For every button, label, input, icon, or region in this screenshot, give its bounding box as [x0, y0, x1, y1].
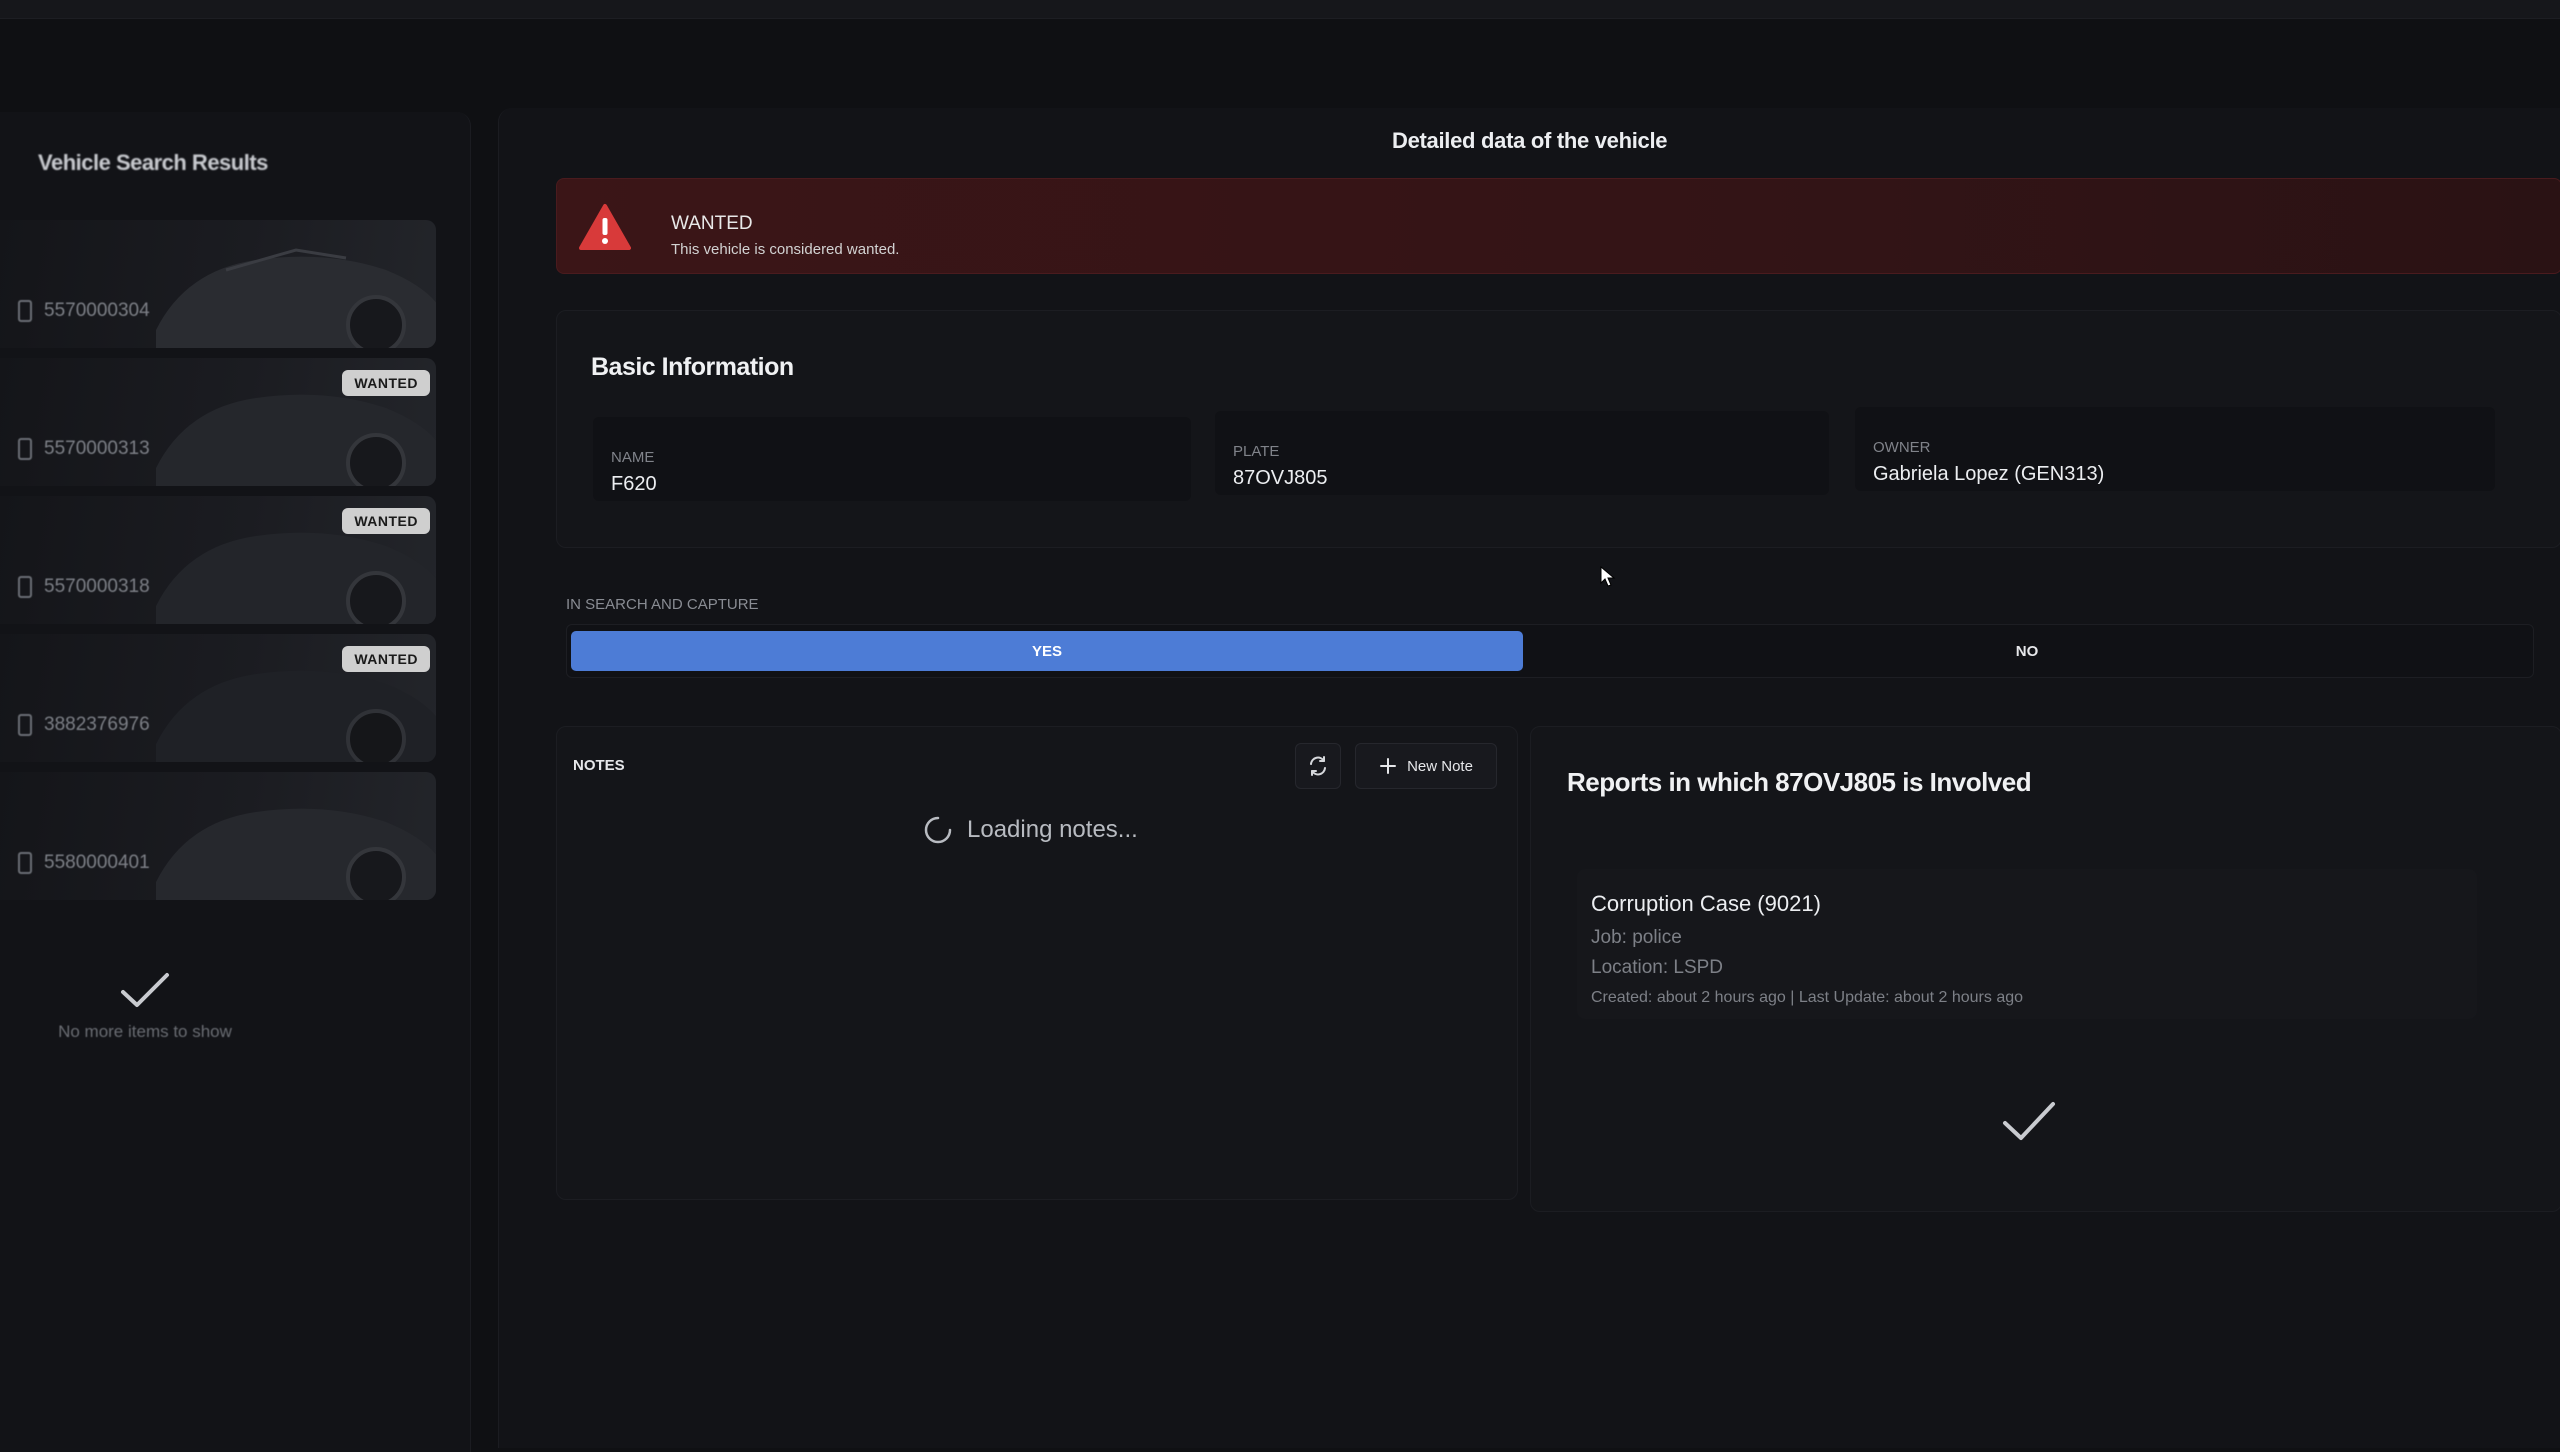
basic-info-card: Basic Information NAME F620 PLATE 87OVJ8… — [556, 310, 2560, 548]
name-label: NAME — [611, 449, 655, 466]
wanted-badge: WANTED — [342, 370, 430, 396]
wanted-badge: WANTED — [342, 508, 430, 534]
alert-description: This vehicle is considered wanted. — [671, 241, 900, 258]
new-note-button[interactable]: New Note — [1355, 743, 1497, 789]
wanted-badge: WANTED — [342, 646, 430, 672]
result-plate: 5570000313 — [18, 438, 150, 460]
reports-title: Reports in which 87OVJ805 is Involved — [1567, 767, 2032, 797]
reports-card: Reports in which 87OVJ805 is Involved Co… — [1530, 726, 2560, 1212]
plate-value: 87OVJ805 — [1233, 467, 1328, 489]
capture-toggle: YES NO — [566, 624, 2534, 678]
result-plate: 5580000401 — [18, 852, 150, 874]
capture-yes-option[interactable]: YES — [571, 631, 1523, 671]
owner-label: OWNER — [1873, 439, 1931, 456]
alert-title: WANTED — [671, 213, 753, 234]
spinner-icon — [924, 816, 952, 844]
owner-value: Gabriela Lopez (GEN313) — [1873, 463, 2105, 485]
result-plate-text: 5570000318 — [44, 576, 150, 597]
name-field: NAME F620 — [593, 417, 1191, 501]
result-plate: 5570000304 — [18, 300, 150, 322]
top-bar — [0, 0, 2560, 19]
page-title: Detailed data of the vehicle — [1392, 128, 1668, 153]
screen: Vehicle Search Results 5570000304 WANTED… — [0, 0, 2560, 1452]
result-plate-text: 5580000401 — [44, 852, 150, 873]
result-plate: 5570000318 — [18, 576, 150, 598]
result-item[interactable]: WANTED 3882376976 — [0, 634, 436, 762]
report-meta: Created: about 2 hours ago | Last Update… — [1591, 989, 2024, 1006]
name-value: F620 — [611, 473, 657, 495]
car-image — [156, 248, 436, 348]
notes-loading: Loading notes... — [923, 815, 1138, 845]
phone-icon — [18, 576, 32, 598]
new-note-label: New Note — [1407, 757, 1473, 775]
result-plate-text: 5570000304 — [44, 300, 150, 321]
phone-icon — [18, 852, 32, 874]
plate-field: PLATE 87OVJ805 — [1215, 411, 1829, 495]
check-icon — [121, 973, 169, 1007]
loading-text: Loading notes... — [967, 816, 1138, 843]
warning-icon — [579, 204, 631, 250]
report-item[interactable]: Corruption Case (9021) Job: police Locat… — [1577, 869, 2477, 1019]
plate-label: PLATE — [1233, 443, 1280, 460]
phone-icon — [18, 714, 32, 736]
refresh-notes-button[interactable] — [1295, 743, 1341, 789]
basic-info-heading: Basic Information — [591, 353, 794, 381]
car-image — [156, 808, 436, 900]
results-list: 5570000304 WANTED 5570000313 WANTED 5570… — [0, 220, 436, 910]
end-of-list-text: No more items to show — [58, 1022, 232, 1041]
report-job: Job: police — [1591, 927, 1682, 948]
wanted-alert: WANTED This vehicle is considered wanted… — [556, 178, 2560, 274]
check-icon — [2003, 1102, 2055, 1140]
result-plate: 3882376976 — [18, 714, 150, 736]
end-of-list: No more items to show — [0, 970, 290, 1042]
mouse-cursor-icon — [1600, 566, 1616, 587]
capture-no-option[interactable]: NO — [1529, 631, 2525, 671]
report-location: Location: LSPD — [1591, 957, 1724, 978]
plus-icon — [1380, 758, 1397, 774]
result-item[interactable]: WANTED 5570000318 — [0, 496, 436, 624]
refresh-icon — [1310, 756, 1326, 776]
result-item[interactable]: 5580000401 — [0, 772, 436, 900]
sidebar-title: Vehicle Search Results — [38, 150, 268, 175]
report-title: Corruption Case (9021) — [1591, 891, 1821, 916]
result-item[interactable]: 5570000304 — [0, 220, 436, 348]
result-plate-text: 3882376976 — [44, 714, 150, 735]
result-item[interactable]: WANTED 5570000313 — [0, 358, 436, 486]
phone-icon — [18, 300, 32, 322]
notes-label: NOTES — [573, 757, 625, 774]
phone-icon — [18, 438, 32, 460]
result-plate-text: 5570000313 — [44, 438, 150, 459]
notes-card: NOTES New Note Loading notes... — [556, 726, 1518, 1200]
capture-label: IN SEARCH AND CAPTURE — [566, 596, 759, 613]
owner-field: OWNER Gabriela Lopez (GEN313) — [1855, 407, 2495, 491]
